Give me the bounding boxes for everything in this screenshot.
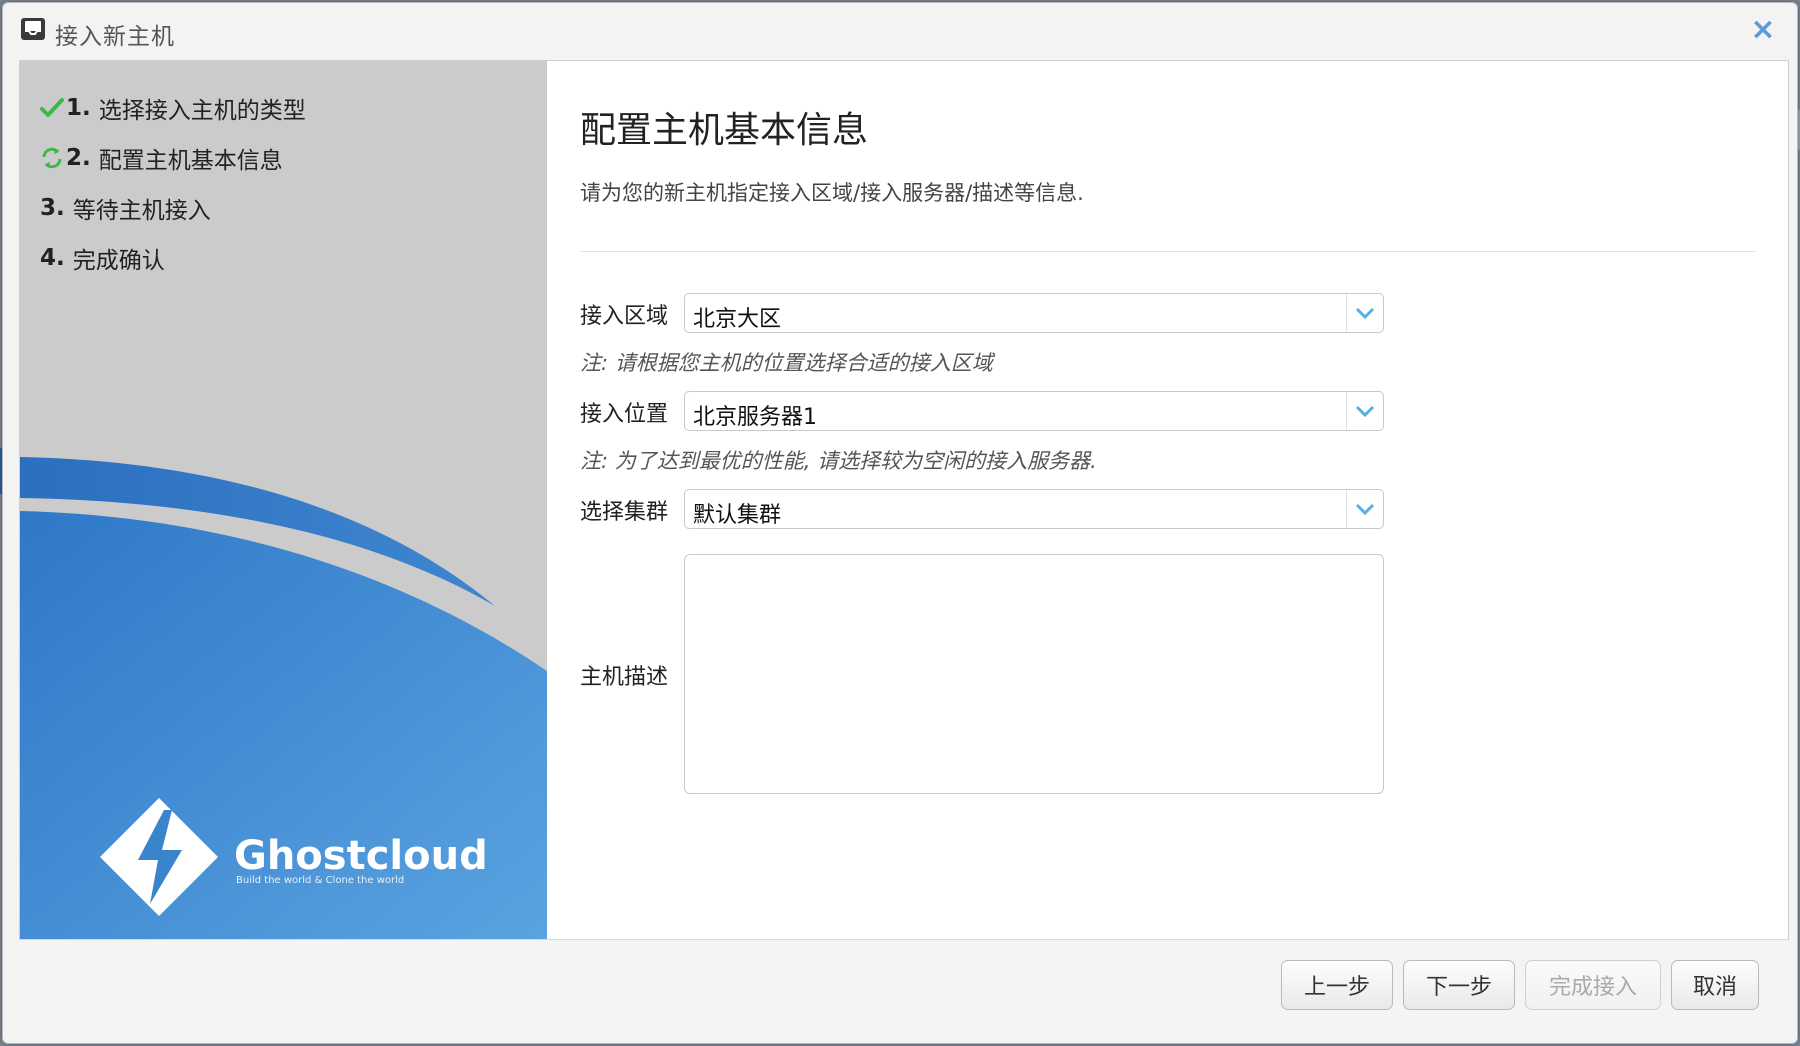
location-note: 注: 为了达到最优的性能, 请选择较为空闲的接入服务器. (580, 449, 1097, 473)
chevron-down-icon (1346, 490, 1383, 528)
cluster-label: 选择集群 (580, 500, 669, 525)
add-host-dialog: 接入新主机 × 1. 选择接入主机的类型 2. 配置主机基本信息 3. 等待主机… (2, 2, 1798, 1044)
step-number: 2. (66, 145, 91, 171)
step-number: 1. (66, 95, 91, 121)
wizard-steps: 1. 选择接入主机的类型 2. 配置主机基本信息 3. 等待主机接入 4. 完成… (40, 83, 306, 283)
cancel-button[interactable]: 取消 (1671, 960, 1759, 1010)
finish-button[interactable]: 完成接入 (1525, 960, 1661, 1010)
description-label: 主机描述 (580, 665, 669, 690)
page-title: 配置主机基本信息 (580, 110, 869, 151)
close-button[interactable]: × (1749, 15, 1777, 45)
chevron-down-icon (1346, 392, 1383, 430)
region-value: 北京大区 (693, 307, 782, 332)
close-icon: × (1750, 12, 1776, 47)
dialog-body: 1. 选择接入主机的类型 2. 配置主机基本信息 3. 等待主机接入 4. 完成… (19, 60, 1789, 940)
description-textarea[interactable] (684, 554, 1384, 794)
location-value: 北京服务器1 (693, 405, 817, 430)
step-3: 3. 等待主机接入 (40, 183, 306, 233)
brand-tagline: Build the world & Clone the world (236, 875, 405, 886)
chevron-down-icon (1346, 294, 1383, 332)
step-label: 完成确认 (72, 248, 165, 274)
next-button[interactable]: 下一步 (1403, 960, 1515, 1010)
brand-name: Ghostcloud (234, 833, 488, 879)
step-label: 等待主机接入 (72, 198, 211, 224)
dialog-footer: 上一步 下一步 完成接入 取消 (19, 939, 1787, 1032)
check-icon (40, 98, 64, 117)
step-label: 选择接入主机的类型 (98, 98, 306, 124)
dialog-titlebar: 接入新主机 × (3, 3, 1797, 59)
refresh-icon (42, 147, 62, 169)
location-select[interactable]: 北京服务器1 (684, 391, 1384, 431)
page-subtitle: 请为您的新主机指定接入区域/接入服务器/描述等信息. (580, 181, 1084, 205)
prev-button[interactable]: 上一步 (1281, 960, 1393, 1010)
step-4: 4. 完成确认 (40, 233, 306, 283)
region-note: 注: 请根据您主机的位置选择合适的接入区域 (580, 351, 993, 375)
region-select[interactable]: 北京大区 (684, 293, 1384, 333)
cluster-value: 默认集群 (693, 503, 782, 528)
ghostcloud-logo-icon (100, 798, 218, 916)
step-number: 4. (40, 245, 65, 271)
step-1: 1. 选择接入主机的类型 (40, 83, 306, 133)
cluster-select[interactable]: 默认集群 (684, 489, 1384, 529)
region-label: 接入区域 (580, 304, 669, 329)
wizard-sidebar: 1. 选择接入主机的类型 2. 配置主机基本信息 3. 等待主机接入 4. 完成… (20, 61, 547, 939)
divider (580, 251, 1756, 252)
inbox-icon (21, 18, 45, 40)
step-number: 3. (40, 195, 65, 221)
location-label: 接入位置 (580, 402, 669, 427)
step-label: 配置主机基本信息 (98, 148, 283, 174)
step-2: 2. 配置主机基本信息 (40, 133, 306, 183)
dialog-title: 接入新主机 (55, 24, 175, 50)
